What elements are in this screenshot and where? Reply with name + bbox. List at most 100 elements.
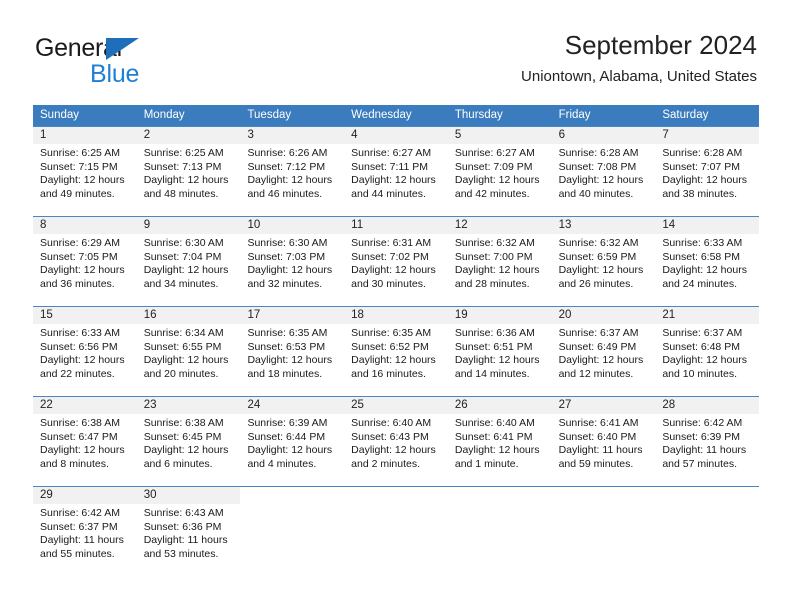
general-blue-logo[interactable]: General Blue [33,34,233,92]
day-details: Sunrise: 6:39 AM Sunset: 6:44 PM Dayligh… [240,414,344,471]
daylight-line-1: Daylight: 12 hours [247,354,333,367]
daylight-line-2: and 59 minutes. [558,457,634,470]
daylight-line-1: Daylight: 11 hours [143,534,228,547]
weekday-header-sunday: Sunday [40,109,80,121]
sunrise-line: Sunrise: 6:38 AM [40,417,120,429]
day-details: Sunrise: 6:32 AM Sunset: 7:00 PM Dayligh… [448,234,552,291]
sunset-line: Sunset: 6:36 PM [143,520,222,533]
day-number-band [344,487,448,504]
weekday-header-tuesday: Tuesday [247,109,292,121]
daylight-line-2: and 26 minutes. [558,277,634,290]
day-details: Sunrise: 6:36 AM Sunset: 6:51 PM Dayligh… [448,324,552,381]
daylight-line-1: Daylight: 12 hours [143,174,229,187]
day-cell[interactable]: 1 Sunrise: 6:25 AM Sunset: 7:15 PM Dayli… [33,127,137,216]
day-number-band [447,487,552,504]
day-cell-empty [655,487,760,575]
day-cell[interactable]: 9 Sunrise: 6:30 AM Sunset: 7:04 PM Dayli… [136,217,241,306]
day-cell[interactable]: 10 Sunrise: 6:30 AM Sunset: 7:03 PM Dayl… [240,217,345,306]
day-cell[interactable]: 19 Sunrise: 6:36 AM Sunset: 6:51 PM Dayl… [447,307,552,396]
day-number-band: 10 [240,217,345,234]
day-cell[interactable]: 3 Sunrise: 6:26 AM Sunset: 7:12 PM Dayli… [240,127,345,216]
day-cell[interactable]: 2 Sunrise: 6:25 AM Sunset: 7:13 PM Dayli… [136,127,241,216]
day-details: Sunrise: 6:25 AM Sunset: 7:13 PM Dayligh… [137,144,241,201]
daylight-line-2: and 12 minutes. [558,367,634,380]
day-number: 3 [247,129,254,141]
daylight-line-1: Daylight: 12 hours [143,264,229,277]
sunset-line: Sunset: 6:58 PM [662,250,740,263]
day-cell[interactable]: 25 Sunrise: 6:40 AM Sunset: 6:43 PM Dayl… [344,397,448,486]
day-cell-empty [240,487,345,575]
day-cell[interactable]: 16 Sunrise: 6:34 AM Sunset: 6:55 PM Dayl… [136,307,241,396]
sunset-line: Sunset: 6:39 PM [662,430,740,443]
daylight-line-1: Daylight: 12 hours [351,354,436,367]
day-cell[interactable]: 8 Sunrise: 6:29 AM Sunset: 7:05 PM Dayli… [33,217,137,306]
day-number-band: 22 [33,397,137,414]
sunrise-line: Sunrise: 6:37 AM [662,327,743,339]
sunset-line: Sunset: 6:45 PM [143,430,222,443]
daylight-line-2: and 55 minutes. [40,547,115,560]
sunrise-line: Sunrise: 6:33 AM [662,237,743,249]
day-cell[interactable]: 17 Sunrise: 6:35 AM Sunset: 6:53 PM Dayl… [240,307,345,396]
day-details: Sunrise: 6:28 AM Sunset: 7:07 PM Dayligh… [655,144,759,201]
day-number-band [551,487,656,504]
sunrise-line: Sunrise: 6:32 AM [454,237,535,249]
day-number-band: 3 [240,127,345,144]
day-details: Sunrise: 6:30 AM Sunset: 7:04 PM Dayligh… [137,234,241,291]
daylight-line-2: and 2 minutes. [351,457,421,470]
daylight-line-2: and 48 minutes. [143,187,219,200]
day-cell[interactable]: 18 Sunrise: 6:35 AM Sunset: 6:52 PM Dayl… [344,307,448,396]
day-details: Sunrise: 6:25 AM Sunset: 7:15 PM Dayligh… [33,144,137,201]
day-details: Sunrise: 6:27 AM Sunset: 7:09 PM Dayligh… [448,144,552,201]
day-cell[interactable]: 12 Sunrise: 6:32 AM Sunset: 7:00 PM Dayl… [447,217,552,306]
day-cell[interactable]: 11 Sunrise: 6:31 AM Sunset: 7:02 PM Dayl… [344,217,448,306]
day-number-band [240,487,345,504]
day-cell[interactable]: 15 Sunrise: 6:33 AM Sunset: 6:56 PM Dayl… [33,307,137,396]
day-number-band: 21 [655,307,760,324]
day-cell[interactable]: 29 Sunrise: 6:42 AM Sunset: 6:37 PM Dayl… [33,487,137,575]
daylight-line-1: Daylight: 12 hours [40,354,125,367]
sunrise-line: Sunrise: 6:43 AM [143,507,224,519]
day-cell[interactable]: 14 Sunrise: 6:33 AM Sunset: 6:58 PM Dayl… [655,217,760,306]
sunset-line: Sunset: 7:02 PM [351,250,429,263]
day-cell[interactable]: 21 Sunrise: 6:37 AM Sunset: 6:48 PM Dayl… [655,307,760,396]
day-cell[interactable]: 23 Sunrise: 6:38 AM Sunset: 6:45 PM Dayl… [136,397,241,486]
day-number-band: 27 [551,397,656,414]
day-cell[interactable]: 6 Sunrise: 6:28 AM Sunset: 7:08 PM Dayli… [551,127,656,216]
daylight-line-2: and 44 minutes. [351,187,426,200]
day-cell[interactable]: 26 Sunrise: 6:40 AM Sunset: 6:41 PM Dayl… [447,397,552,486]
day-number-band: 20 [551,307,656,324]
day-cell[interactable]: 5 Sunrise: 6:27 AM Sunset: 7:09 PM Dayli… [447,127,552,216]
day-number: 26 [454,399,468,411]
day-cell[interactable]: 30 Sunrise: 6:43 AM Sunset: 6:36 PM Dayl… [136,487,241,575]
day-number-band: 2 [136,127,241,144]
day-cell[interactable]: 7 Sunrise: 6:28 AM Sunset: 7:07 PM Dayli… [655,127,760,216]
day-number-band: 11 [344,217,448,234]
day-number: 22 [40,399,53,411]
day-cell[interactable]: 27 Sunrise: 6:41 AM Sunset: 6:40 PM Dayl… [551,397,656,486]
day-number: 29 [40,489,53,501]
calendar-week-row: 1 Sunrise: 6:25 AM Sunset: 7:15 PM Dayli… [33,126,760,216]
sunset-line: Sunset: 6:52 PM [351,340,429,353]
day-number-band: 26 [447,397,552,414]
day-cell[interactable]: 4 Sunrise: 6:27 AM Sunset: 7:11 PM Dayli… [344,127,448,216]
day-details: Sunrise: 6:38 AM Sunset: 6:45 PM Dayligh… [137,414,241,471]
daylight-line-2: and 20 minutes. [143,367,219,380]
sunset-line: Sunset: 7:15 PM [40,160,118,173]
day-number: 14 [662,219,676,231]
day-cell[interactable]: 22 Sunrise: 6:38 AM Sunset: 6:47 PM Dayl… [33,397,137,486]
day-cell[interactable]: 13 Sunrise: 6:32 AM Sunset: 6:59 PM Dayl… [551,217,656,306]
sunrise-line: Sunrise: 6:36 AM [454,327,535,339]
day-details: Sunrise: 6:35 AM Sunset: 6:53 PM Dayligh… [240,324,344,381]
daylight-line-2: and 46 minutes. [247,187,323,200]
daylight-line-2: and 57 minutes. [662,457,738,470]
daylight-line-1: Daylight: 12 hours [454,444,540,457]
sunset-line: Sunset: 6:49 PM [558,340,637,353]
day-details: Sunrise: 6:38 AM Sunset: 6:47 PM Dayligh… [33,414,137,471]
day-cell[interactable]: 20 Sunrise: 6:37 AM Sunset: 6:49 PM Dayl… [551,307,656,396]
day-details: Sunrise: 6:33 AM Sunset: 6:58 PM Dayligh… [655,234,759,291]
day-cell[interactable]: 24 Sunrise: 6:39 AM Sunset: 6:44 PM Dayl… [240,397,345,486]
day-cell[interactable]: 28 Sunrise: 6:42 AM Sunset: 6:39 PM Dayl… [655,397,760,486]
sunrise-line: Sunrise: 6:37 AM [558,327,639,339]
day-details: Sunrise: 6:42 AM Sunset: 6:37 PM Dayligh… [33,504,137,561]
daylight-line-1: Daylight: 12 hours [247,444,333,457]
